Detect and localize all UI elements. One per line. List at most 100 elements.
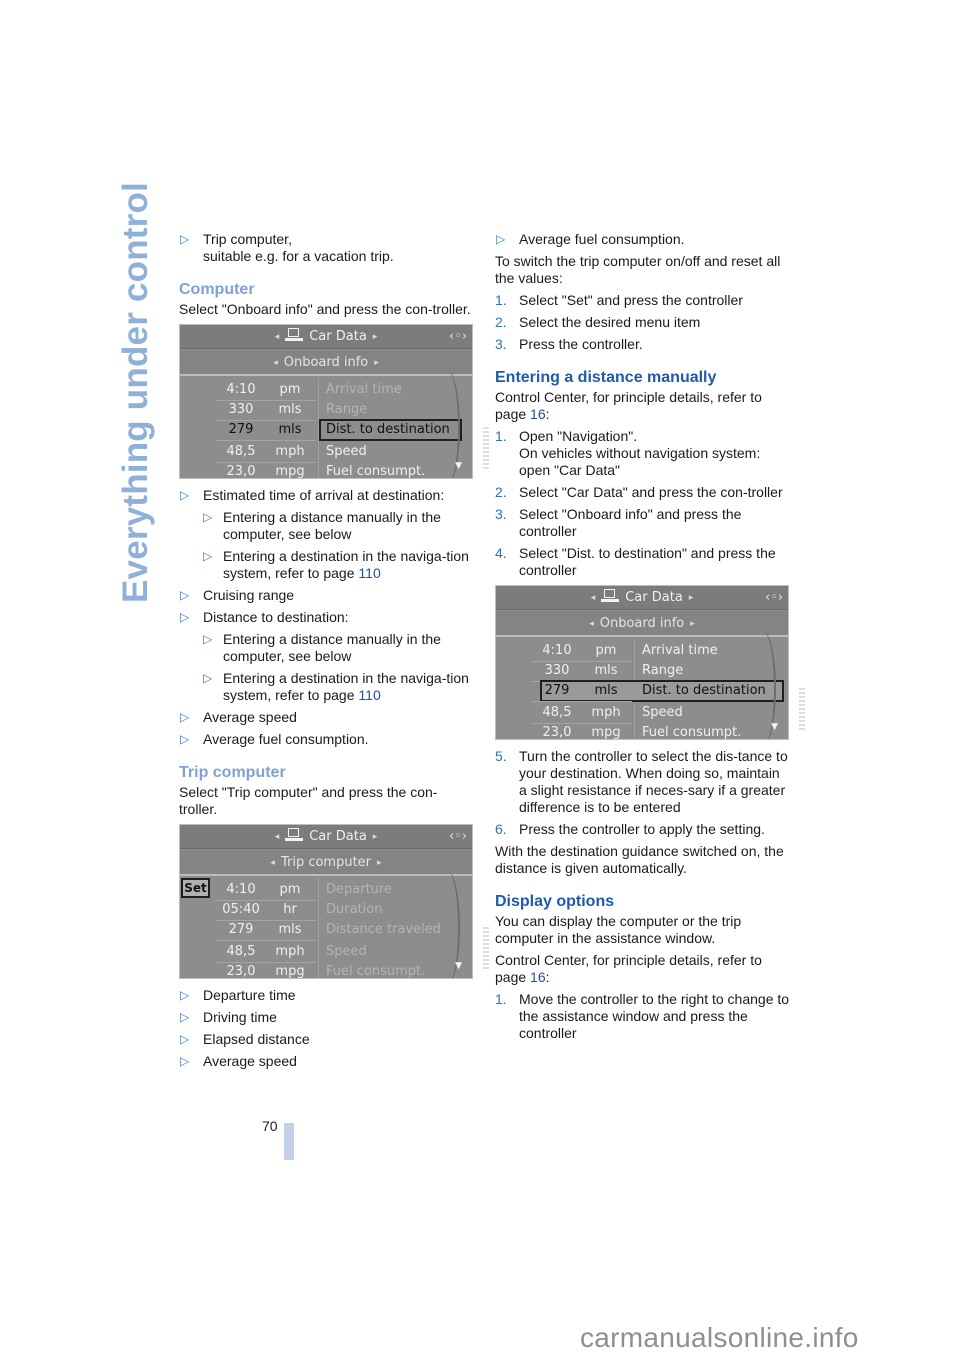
step-text: On vehicles without navigation system: o… xyxy=(519,445,761,478)
row-value: 23,0 xyxy=(226,964,256,979)
bullet-text: Cruising range xyxy=(203,587,295,603)
page-number: 70 xyxy=(262,1118,278,1134)
left-arrow-icon: ◂ xyxy=(274,832,280,842)
left-arrow-icon: ◂ xyxy=(270,858,275,868)
bullet-item: ▷ Departure time xyxy=(179,987,475,1004)
bullet-average-fuel: ▷ Average fuel consumption. xyxy=(496,231,685,247)
step-text: Press the controller to apply the settin… xyxy=(519,821,765,837)
screen-row: 48,5 mph Speed xyxy=(180,942,472,963)
screen-row: 48,5 mph Speed xyxy=(496,703,788,724)
screen-subtitle-bar: ◂ Onboard info ▸ xyxy=(496,611,788,637)
row-value: 279 xyxy=(544,683,570,698)
manual-steps-after-list: 5. Turn the controller to select the dis-… xyxy=(495,748,791,838)
screen-title-bar: ◂ Car Data ▸ ‹◦› xyxy=(496,586,788,610)
numbered-step: 4. Select "Dist. to destination" and pres… xyxy=(495,545,791,579)
computer-bullet-list: ▷ Estimated time of arrival at destinatio… xyxy=(179,487,475,748)
bullet-text: Elapsed distance xyxy=(203,1031,310,1047)
heading-trip-computer: Trip computer xyxy=(179,764,286,781)
row-label: Arrival time xyxy=(326,382,402,397)
step-number: 1. xyxy=(495,428,507,444)
row-value: 330 xyxy=(544,663,570,678)
numbered-step: 1. Select "Set" and press the controller xyxy=(495,292,791,309)
step-text: Press the controller. xyxy=(519,336,643,352)
row-value: 05:40 xyxy=(222,902,260,917)
screen-rows: 4:10 pm Arrival time 330 mls Range 279 mls Dist.… xyxy=(496,639,788,739)
screen-title-bar: ◂ Car Data ▸ ‹◦› xyxy=(180,825,472,849)
page-link[interactable]: 110 xyxy=(358,687,380,703)
row-unit: pm xyxy=(279,882,301,897)
row-unit: pm xyxy=(279,382,301,397)
left-arrow-icon: ◂ xyxy=(273,358,278,368)
screen-row: 330 mls Range xyxy=(496,661,788,682)
idrive-screen: ◂ Car Data ▸ ‹◦› ◂ Onboard info ▸ 4:10 pm Arri… xyxy=(495,585,789,740)
bullet-item: ▷ Distance to destination: xyxy=(179,609,475,626)
trip-computer-bullet-list: ▷ Departure time ▷ Driving time ▷ Elapsed dis… xyxy=(179,987,475,1070)
computer-instruction: Select "Onboard info" and press the con-… xyxy=(179,301,471,317)
right-arrow-icon: ▸ xyxy=(377,858,382,868)
row-unit: hr xyxy=(283,902,297,917)
step-number: 3. xyxy=(495,336,507,352)
screen-row: 4:10 pm Arrival time xyxy=(180,380,472,401)
page-link-16[interactable]: 16 xyxy=(530,406,546,422)
step-number: 4. xyxy=(495,545,507,561)
page-link[interactable]: 110 xyxy=(358,565,380,581)
step-text: Turn the controller to select the dis-ta… xyxy=(519,748,788,815)
row-label: Departure xyxy=(326,882,392,897)
row-unit: mph xyxy=(275,444,305,459)
screen-row: 279 mls Dist. to destination xyxy=(180,420,472,441)
bullet-text: Entering a destination in the naviga-tio… xyxy=(223,670,469,703)
idrive-screen: ◂ Car Data ▸ ‹◦› ◂ Trip computer ▸ Set 4:10 p… xyxy=(179,824,473,979)
bullet-text: Entering a distance manually in the comp… xyxy=(223,631,441,664)
triangle-bullet-icon: ▷ xyxy=(203,510,213,524)
display-steps-list: 1. Move the controller to the right to ch… xyxy=(495,991,791,1042)
step-number: 1. xyxy=(495,292,507,308)
row-label: Distance traveled xyxy=(326,922,441,937)
step-text: Open "Navigation". xyxy=(519,428,638,444)
triangle-bullet-icon: ▷ xyxy=(180,1010,190,1024)
screen-row: 279 mls Dist. to destination xyxy=(496,681,788,702)
page-marker-bar xyxy=(284,1123,294,1160)
idrive-screen: ◂ Car Data ▸ ‹◦› ◂ Onboard info ▸ 4:10 pm Arri… xyxy=(179,324,473,479)
triangle-bullet-icon: ▷ xyxy=(203,671,213,685)
bullet-text: Average fuel consumption. xyxy=(203,731,369,747)
triangle-bullet-icon: ▷ xyxy=(203,549,213,563)
row-value: 23,0 xyxy=(226,464,256,479)
bullet-item: ▷ Estimated time of arrival at destinatio… xyxy=(179,487,475,504)
triangle-bullet-icon: ▷ xyxy=(180,732,190,746)
sub-bullet-item: ▷ Entering a distance manually in the com… xyxy=(179,631,475,665)
controller-nav-icon: ‹◦› xyxy=(765,590,784,605)
row-label: Range xyxy=(326,402,368,417)
row-value: 48,5 xyxy=(226,944,256,959)
triangle-bullet-icon: ▷ xyxy=(180,988,190,1002)
row-unit: mpg xyxy=(275,464,305,479)
right-column: ▷ Average fuel consumption. To switch th… xyxy=(495,231,805,1047)
triangle-bullet-icon: ▷ xyxy=(496,232,506,246)
row-label: Fuel consumpt. xyxy=(326,464,426,479)
bullet-item: ▷ Average fuel consumption. xyxy=(179,731,475,748)
bullet-text: Distance to destination: xyxy=(203,609,349,625)
row-label: Speed xyxy=(326,944,367,959)
triangle-bullet-icon: ▷ xyxy=(180,488,190,502)
right-arrow-icon: ▸ xyxy=(688,593,694,603)
numbered-step: 6. Press the controller to apply the sett… xyxy=(495,821,791,838)
row-value: 48,5 xyxy=(226,444,256,459)
scroll-down-icon: ▼ xyxy=(771,722,778,732)
step-text: Select "Dist. to destination" and press … xyxy=(519,545,776,578)
bullet-text: Entering a distance manually in the comp… xyxy=(223,509,441,542)
right-arrow-icon: ▸ xyxy=(374,358,379,368)
switch-text: To switch the trip computer on/off and r… xyxy=(495,253,781,286)
row-unit: mpg xyxy=(275,964,305,979)
numbered-step: 3. Select "Onboard info" and press the co… xyxy=(495,506,791,540)
image-code xyxy=(483,427,489,471)
triangle-bullet-icon: ▷ xyxy=(180,1054,190,1068)
step-number: 2. xyxy=(495,314,507,330)
numbered-step: 2. Select the desired menu item xyxy=(495,314,791,331)
triangle-bullet-icon: ▷ xyxy=(180,232,190,246)
step-text: Select "Car Data" and press the con-trol… xyxy=(519,484,783,500)
right-arrow-icon: ▸ xyxy=(372,332,378,342)
image-code xyxy=(483,927,489,971)
row-label: Dist. to destination xyxy=(326,422,450,437)
page-link-16[interactable]: 16 xyxy=(530,969,546,985)
step-number: 2. xyxy=(495,484,507,500)
triangle-bullet-icon: ▷ xyxy=(180,710,190,724)
